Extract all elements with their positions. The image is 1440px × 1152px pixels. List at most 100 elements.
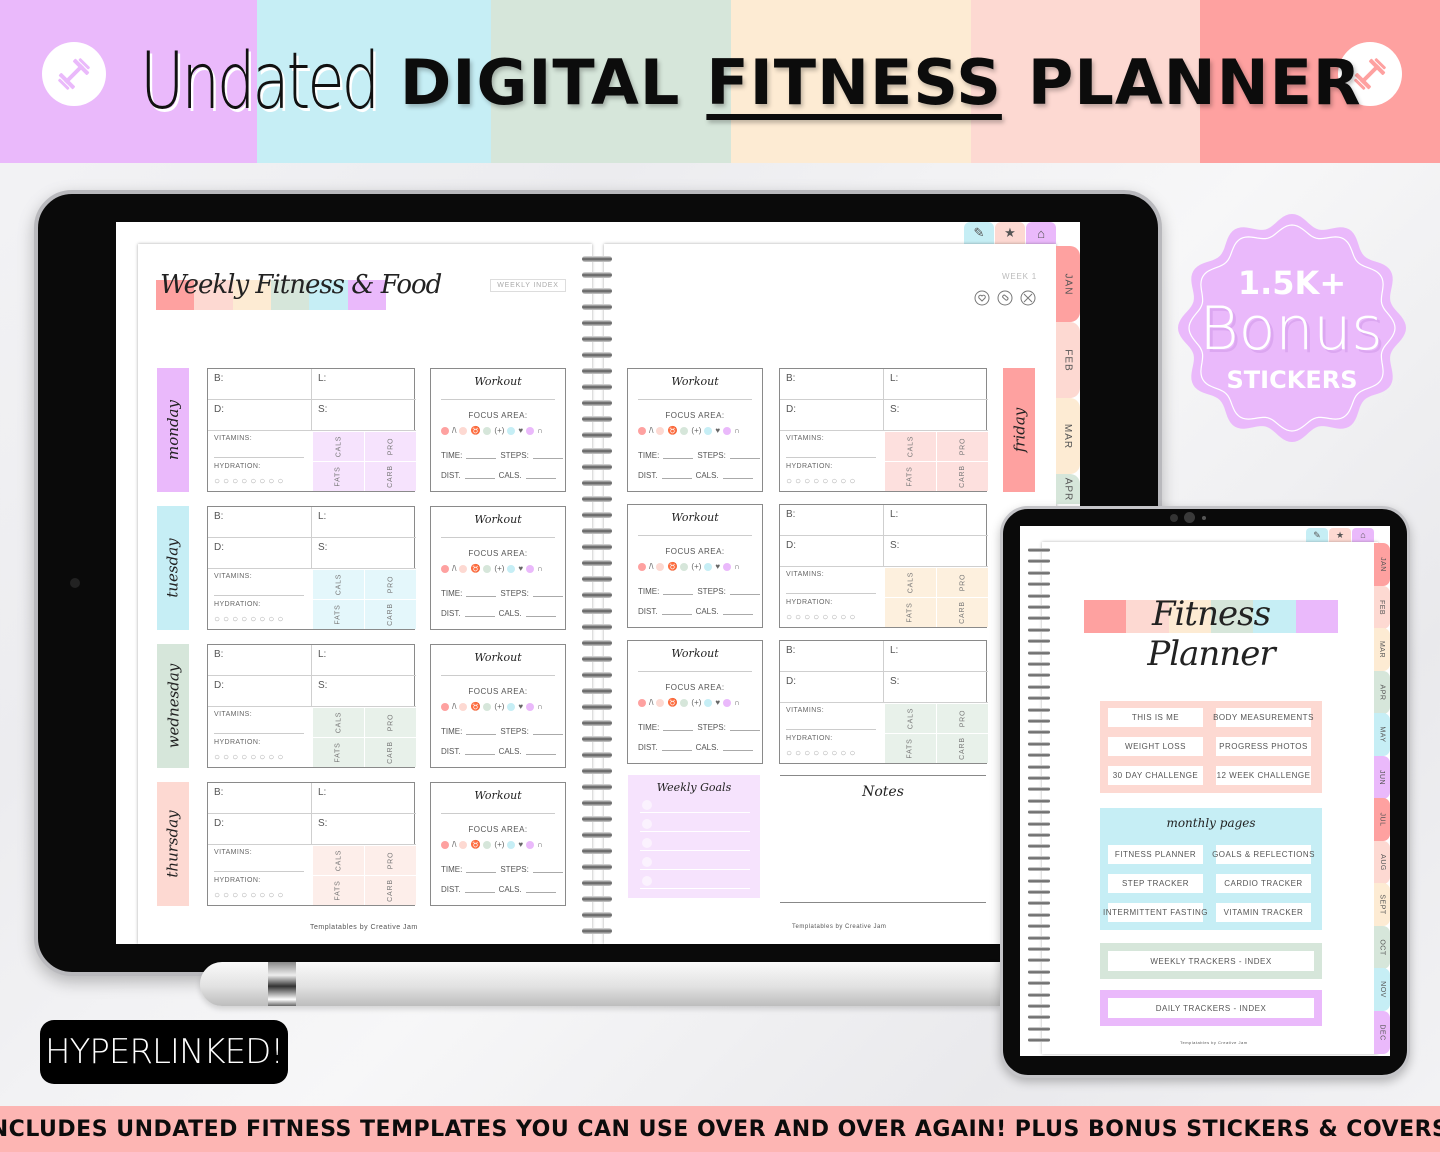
personal-link[interactable]: 12 Week Challenge: [1216, 766, 1311, 785]
focus-checkbox[interactable]: [507, 702, 516, 711]
snack-field[interactable]: S:: [884, 672, 988, 703]
personal-link[interactable]: Weight Loss: [1108, 737, 1203, 756]
water-drop-icon[interactable]: ○: [241, 476, 247, 487]
monthly-link[interactable]: Fitness Planner: [1108, 845, 1203, 864]
lunch-field[interactable]: L:: [312, 645, 416, 676]
water-drop-icon[interactable]: ○: [223, 614, 229, 625]
water-drop-icon[interactable]: ○: [268, 752, 274, 763]
month-tab-jan[interactable]: JAN: [1374, 543, 1390, 586]
time-field[interactable]: [663, 451, 694, 459]
macro-carb[interactable]: CARB: [364, 461, 416, 491]
focus-checkbox[interactable]: [656, 698, 665, 707]
day-label-wednesday[interactable]: wednesday: [157, 644, 189, 768]
workout-box[interactable]: Workout FOCUS AREA: /\ ♉ (+) ♥ ∩ TIME: STEPS: DIS…: [430, 368, 566, 492]
focus-checkbox[interactable]: [723, 562, 732, 571]
focus-checkbox[interactable]: [459, 564, 468, 573]
macro-carb[interactable]: CARB: [936, 461, 988, 491]
dist-field[interactable]: [661, 471, 692, 479]
focus-checkbox[interactable]: [638, 426, 646, 435]
cals-field[interactable]: [525, 471, 556, 479]
breakfast-field[interactable]: B:: [780, 641, 884, 672]
focus-checkbox[interactable]: [704, 698, 713, 707]
focus-checkbox[interactable]: [507, 564, 516, 573]
personal-link[interactable]: 30 Day Challenge: [1108, 766, 1203, 785]
water-drop-icon[interactable]: ○: [786, 476, 792, 487]
water-drop-icon[interactable]: ○: [831, 748, 837, 759]
focus-checkbox[interactable]: [526, 702, 535, 711]
month-tab-may[interactable]: MAY: [1374, 713, 1390, 756]
personal-link[interactable]: Body Measurements: [1213, 708, 1313, 727]
dist-field[interactable]: [464, 885, 495, 893]
water-drop-icon[interactable]: ○: [223, 476, 229, 487]
water-drop-icon[interactable]: ○: [259, 752, 265, 763]
water-drop-icon[interactable]: ○: [232, 614, 238, 625]
time-field[interactable]: [663, 587, 694, 595]
macro-cals[interactable]: CALS: [884, 567, 936, 597]
day-label-monday[interactable]: monday: [157, 368, 189, 492]
lunch-field[interactable]: L:: [312, 783, 416, 814]
weekly-goal-item[interactable]: [640, 856, 750, 870]
personal-link[interactable]: This is me: [1108, 708, 1203, 727]
workout-box[interactable]: Workout FOCUS AREA: /\ ♉ (+) ♥ ∩ TIME: STEPS: DIS…: [430, 782, 566, 906]
snack-field[interactable]: S:: [312, 400, 416, 431]
dinner-field[interactable]: D:: [208, 676, 312, 707]
month-tab-jan[interactable]: JAN: [1056, 246, 1080, 322]
water-drop-icon[interactable]: ○: [804, 476, 810, 487]
focus-checkbox[interactable]: [723, 698, 732, 707]
water-drop-icon[interactable]: ○: [786, 612, 792, 623]
water-drop-icon[interactable]: ○: [831, 476, 837, 487]
macro-fats[interactable]: FATS: [884, 597, 936, 627]
cals-field[interactable]: [722, 607, 753, 615]
macro-pro[interactable]: PRO: [364, 569, 416, 599]
macro-fats[interactable]: FATS: [312, 875, 364, 905]
macro-fats[interactable]: FATS: [312, 599, 364, 629]
time-field[interactable]: [466, 727, 497, 735]
water-drop-icon[interactable]: ○: [250, 614, 256, 625]
focus-checkbox[interactable]: [441, 840, 449, 849]
breakfast-field[interactable]: B:: [208, 369, 312, 400]
water-drop-icon[interactable]: ○: [259, 890, 265, 901]
macro-pro[interactable]: PRO: [364, 431, 416, 461]
workout-box[interactable]: Workout FOCUS AREA: /\ ♉ (+) ♥ ∩ TIME: STEPS: DIS…: [627, 368, 763, 492]
meal-box[interactable]: B: L: D: S: VITAMINS: HYDRATION: ○ ○ ○ ○ ○ ○ ○ ○ CALS P…: [779, 640, 988, 764]
snack-field[interactable]: S:: [312, 676, 416, 707]
water-drop-icon[interactable]: ○: [813, 748, 819, 759]
water-drop-icon[interactable]: ○: [804, 612, 810, 623]
water-drop-icon[interactable]: ○: [250, 890, 256, 901]
time-field[interactable]: [466, 865, 497, 873]
focus-checkbox[interactable]: [526, 426, 535, 435]
month-tab-oct[interactable]: OCT: [1374, 925, 1390, 969]
water-drop-icon[interactable]: ○: [277, 614, 283, 625]
monthly-link[interactable]: Step Tracker: [1108, 874, 1203, 893]
macro-carb[interactable]: CARB: [936, 733, 988, 763]
daily-trackers-index-link[interactable]: Daily Trackers - Index: [1108, 998, 1314, 1018]
water-drop-icon[interactable]: ○: [268, 476, 274, 487]
focus-checkbox[interactable]: [723, 426, 732, 435]
monthly-link[interactable]: Vitamin Tracker: [1216, 903, 1311, 922]
snack-field[interactable]: S:: [312, 814, 416, 845]
focus-checkbox[interactable]: [704, 562, 713, 571]
time-field[interactable]: [466, 589, 497, 597]
macro-cals[interactable]: CALS: [884, 431, 936, 461]
toolbar-tab-pencil[interactable]: ✎: [964, 222, 994, 244]
water-drop-icon[interactable]: ○: [822, 612, 828, 623]
macro-carb[interactable]: CARB: [364, 599, 416, 629]
focus-checkbox[interactable]: [704, 426, 713, 435]
lunch-field[interactable]: L:: [884, 641, 988, 672]
workout-name-line[interactable]: [638, 399, 752, 400]
water-drop-icon[interactable]: ○: [268, 890, 274, 901]
lunch-field[interactable]: L:: [884, 505, 988, 536]
small-toolbar-tab-home[interactable]: ⌂: [1352, 528, 1374, 542]
water-drop-icon[interactable]: ○: [840, 476, 846, 487]
water-drop-icon[interactable]: ○: [232, 890, 238, 901]
steps-field[interactable]: [532, 727, 563, 735]
water-drop-icon[interactable]: ○: [277, 476, 283, 487]
steps-field[interactable]: [532, 451, 563, 459]
water-drop-icon[interactable]: ○: [786, 748, 792, 759]
water-drop-icon[interactable]: ○: [795, 476, 801, 487]
dinner-field[interactable]: D:: [780, 672, 884, 703]
cals-field[interactable]: [525, 885, 556, 893]
breakfast-field[interactable]: B:: [780, 505, 884, 536]
dinner-field[interactable]: D:: [208, 400, 312, 431]
focus-checkbox[interactable]: [459, 702, 468, 711]
